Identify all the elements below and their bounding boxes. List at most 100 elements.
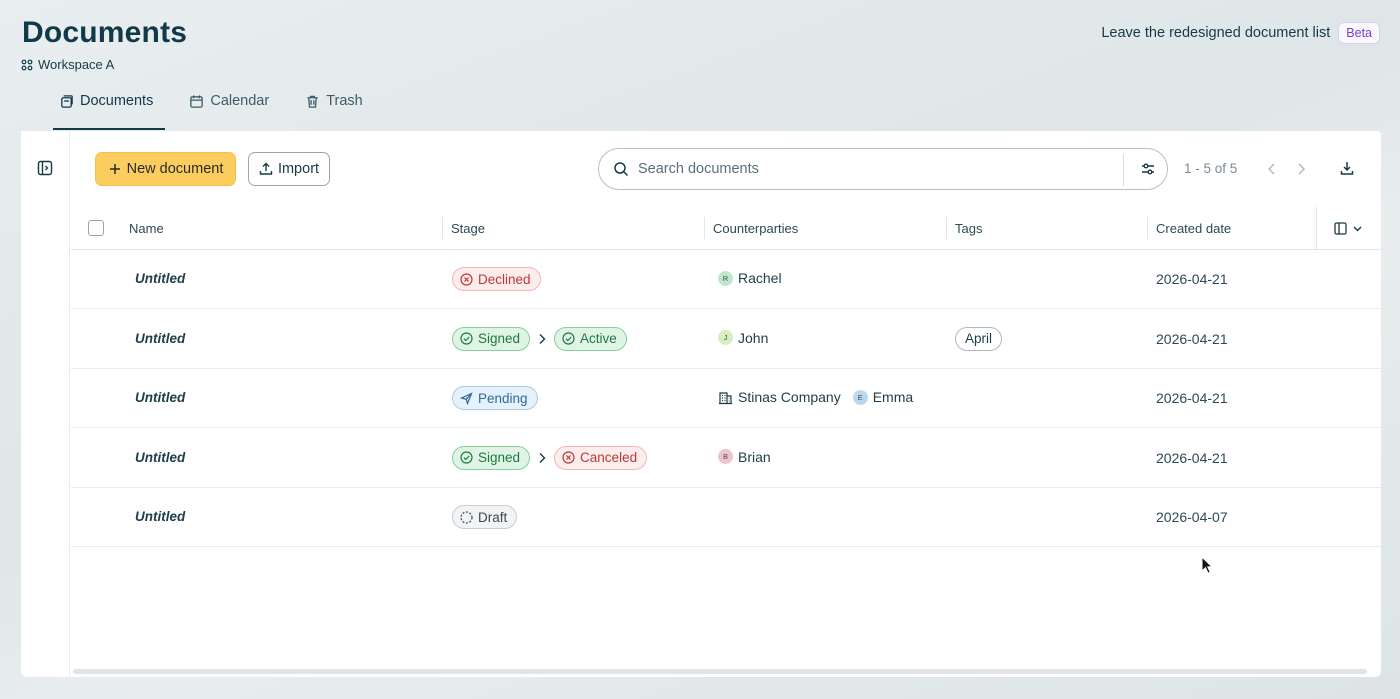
counterparties-cell: R Rachel xyxy=(718,270,782,286)
counterparties-cell: B Brian xyxy=(718,449,771,465)
stage-label: Pending xyxy=(478,390,528,406)
counterparty[interactable]: R Rachel xyxy=(718,270,782,286)
search-bar xyxy=(598,148,1168,190)
page-title: Documents xyxy=(22,16,188,49)
counterparty-name: John xyxy=(738,329,769,346)
counterparty-name: Emma xyxy=(872,389,914,405)
stage-cell: Pending xyxy=(452,386,538,410)
workspace-name: Workspace A xyxy=(38,57,115,72)
horizontal-scrollbar[interactable] xyxy=(73,669,1367,674)
stage-badge: Canceled xyxy=(554,445,648,470)
import-button[interactable]: Import xyxy=(248,152,330,186)
stage-label: Draft xyxy=(478,509,508,525)
counterparty-name: Brian xyxy=(738,448,771,465)
counterparty[interactable]: E Emma xyxy=(852,389,914,405)
select-all-checkbox[interactable] xyxy=(88,220,104,236)
stage-badge: Signed xyxy=(452,326,531,351)
tags-cell: April xyxy=(955,326,1003,351)
counterparty[interactable]: J John xyxy=(718,330,768,346)
stage-cell: Declined xyxy=(452,267,541,291)
stage-label: Signed xyxy=(478,331,521,346)
document-name[interactable]: Untitled xyxy=(135,390,185,405)
leave-redesign-link[interactable]: Leave the redesigned document list xyxy=(1101,25,1330,41)
document-name[interactable]: Untitled xyxy=(135,450,185,465)
created-date: 2026-04-21 xyxy=(1156,330,1228,347)
chevron-right-icon xyxy=(539,452,546,463)
table-row[interactable]: Untitled Draft 2026-04-07 xyxy=(71,488,1381,547)
tab-trash[interactable]: Trash xyxy=(299,82,369,120)
tab-documents[interactable]: Documents xyxy=(53,82,159,120)
pagination-info: 1 - 5 of 5 xyxy=(1184,161,1238,176)
building-icon xyxy=(719,391,732,404)
stage-label: Signed xyxy=(478,450,521,465)
stage-cell: Signed Canceled xyxy=(452,445,648,470)
search-input[interactable] xyxy=(638,161,1108,177)
created-date: 2026-04-07 xyxy=(1156,509,1228,525)
search-divider xyxy=(1123,154,1124,186)
table-header: Name Stage Counterparties Tags Created d… xyxy=(71,207,1381,250)
counterparty[interactable]: Stinas Company xyxy=(718,389,841,405)
stage-badge: Draft xyxy=(452,505,518,529)
import-label: Import xyxy=(277,161,320,177)
created-date: 2026-04-21 xyxy=(1156,390,1228,406)
counterparties-cell: J John xyxy=(718,330,768,346)
document-name[interactable]: Untitled xyxy=(135,509,185,524)
x-circle-icon xyxy=(562,451,575,464)
chevron-right-icon xyxy=(539,333,546,344)
beta-badge: Beta xyxy=(1338,22,1380,44)
search-icon xyxy=(614,162,629,177)
column-header-tags[interactable]: Tags xyxy=(955,221,982,236)
created-date: 2026-04-21 xyxy=(1156,449,1228,466)
side-rail xyxy=(21,131,70,677)
plus-icon xyxy=(109,164,120,174)
column-settings-button[interactable] xyxy=(1316,207,1381,250)
download-icon[interactable] xyxy=(1339,160,1355,176)
stage-cell: Signed Active xyxy=(452,326,627,351)
mouse-cursor-icon xyxy=(1201,556,1213,574)
column-divider xyxy=(704,217,705,239)
column-header-created-date[interactable]: Created date xyxy=(1156,221,1231,236)
send-icon xyxy=(460,391,473,405)
upload-icon xyxy=(259,162,273,175)
stage-label: Canceled xyxy=(580,450,638,465)
table-row[interactable]: Untitled Pending Stinas Company E Emma 2026-0… xyxy=(71,369,1381,428)
chevron-right-icon[interactable] xyxy=(1294,161,1308,177)
counterparties-cell: Stinas Company E Emma xyxy=(718,389,913,405)
x-circle-icon xyxy=(460,272,473,286)
columns-icon xyxy=(1334,222,1347,235)
stage-badge: Signed xyxy=(452,445,531,470)
sidebar-toggle-icon[interactable] xyxy=(37,160,53,176)
dashed-circle-icon xyxy=(460,510,473,524)
avatar: R xyxy=(718,270,733,286)
column-header-stage[interactable]: Stage xyxy=(451,221,485,236)
table-row[interactable]: Untitled Signed Active J John April 2026-04-21 xyxy=(71,310,1381,369)
tab-calendar[interactable]: Calendar xyxy=(183,82,275,120)
workspace-selector[interactable]: Workspace A xyxy=(21,57,114,72)
stage-badge: Pending xyxy=(452,386,538,410)
new-document-button[interactable]: New document xyxy=(95,152,236,186)
check-circle-icon xyxy=(460,451,473,464)
column-header-counterparties[interactable]: Counterparties xyxy=(713,221,798,236)
avatar: E xyxy=(852,389,868,405)
active-tab-indicator xyxy=(53,128,165,130)
chevron-left-icon[interactable] xyxy=(1265,161,1279,177)
counterparty-name: Rachel xyxy=(738,270,782,286)
filter-icon[interactable] xyxy=(1140,161,1156,177)
check-circle-icon xyxy=(460,332,473,345)
document-name[interactable]: Untitled xyxy=(135,331,185,346)
stage-cell: Draft xyxy=(452,505,518,529)
column-divider xyxy=(1147,217,1148,239)
calendar-icon xyxy=(190,94,204,108)
avatar: B xyxy=(718,449,733,464)
documents-icon xyxy=(61,94,73,108)
table-row[interactable]: Untitled Declined R Rachel 2026-04-21 xyxy=(71,250,1381,309)
counterparty[interactable]: B Brian xyxy=(718,449,771,465)
tag-chip[interactable]: April xyxy=(955,326,1003,351)
created-date: 2026-04-21 xyxy=(1156,271,1228,287)
table-row[interactable]: Untitled Signed Canceled B Brian 2026-04-21 xyxy=(71,429,1381,488)
document-name[interactable]: Untitled xyxy=(135,271,185,286)
check-circle-icon xyxy=(562,332,575,345)
column-header-name[interactable]: Name xyxy=(129,221,164,236)
tab-bar: Documents Calendar Trash xyxy=(53,82,393,131)
tab-label: Trash xyxy=(326,93,363,109)
